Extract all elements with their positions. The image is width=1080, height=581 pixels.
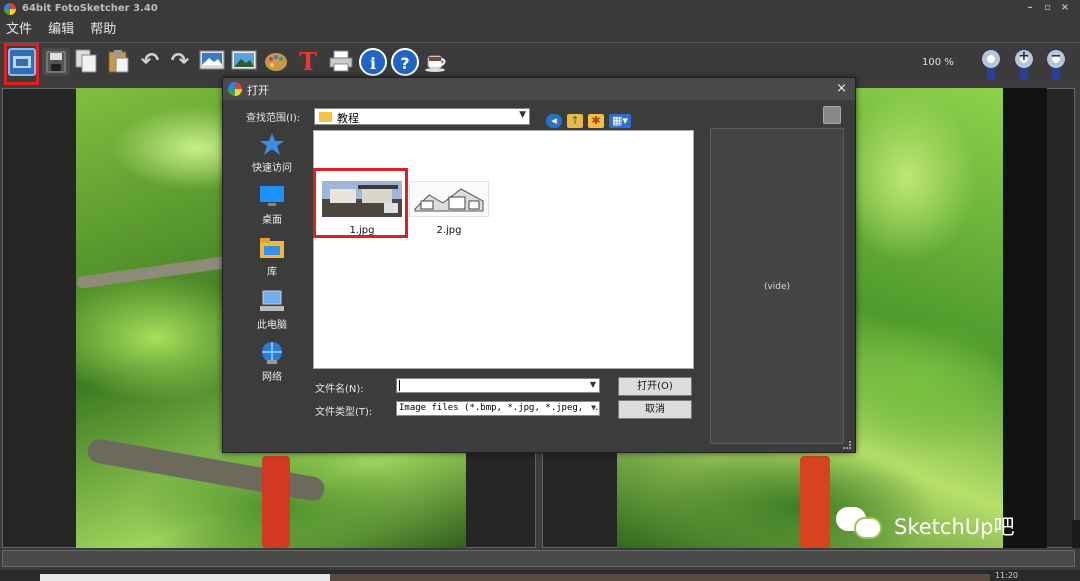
selected-file-highlight (313, 168, 408, 238)
undo-icon: ↶ (140, 49, 160, 74)
text-tool-button[interactable]: T (294, 48, 322, 80)
dialog-title: 打开 (247, 84, 269, 97)
zoom-out-button[interactable]: − (1043, 48, 1071, 84)
redo-button[interactable]: ↷ (166, 48, 194, 80)
window-controls: – ▫ × (1023, 2, 1072, 13)
landscape-icon (230, 48, 258, 76)
title-bar: 64bit FotoSketcher 3.40 – ▫ × (0, 0, 1080, 18)
maximize-button[interactable]: ▫ (1041, 2, 1055, 13)
minimize-button[interactable]: – (1023, 2, 1037, 13)
preview-pane: (vide) (710, 128, 844, 444)
status-bar (2, 550, 1075, 567)
help-button[interactable]: ? (391, 48, 419, 80)
palette-icon (262, 48, 290, 76)
text-caret (399, 380, 400, 391)
menu-help[interactable]: 帮助 (84, 19, 121, 41)
redo-icon: ↷ (170, 49, 190, 74)
look-in-dropdown[interactable]: 教程 ▼ (314, 108, 530, 125)
info-button[interactable]: i (359, 48, 387, 80)
open-button[interactable]: 打开(O) (618, 377, 692, 396)
dialog-title-bar: 打开 × (223, 78, 855, 100)
file-type-value: Image files (*.bmp, *.jpg, *.jpeg, *. (399, 403, 600, 413)
zoom-in-button[interactable]: + (1011, 48, 1039, 84)
image-border (1003, 88, 1047, 548)
desktop-icon (259, 184, 285, 208)
palette-button[interactable] (262, 48, 290, 80)
info-icon: i (359, 48, 387, 76)
zoom-fit-icon (982, 50, 1000, 68)
zoom-level: 100 % (922, 57, 954, 68)
place-desktop[interactable]: 桌面 (245, 184, 299, 236)
computer-icon (259, 289, 285, 313)
image-settings-button[interactable] (198, 48, 226, 80)
up-folder-icon[interactable]: ↑ (567, 114, 583, 128)
taskbar-clock: 11:20 (994, 571, 1018, 580)
paste-button[interactable] (104, 48, 132, 80)
dialog-close-button[interactable]: × (836, 81, 847, 96)
look-in-value: 教程 (337, 112, 359, 125)
file-list: 1.jpg 2.jpg (313, 130, 694, 369)
file-name-input[interactable]: ▼ (396, 378, 600, 393)
save-icon (42, 48, 70, 76)
file-name-label: 文件名(N): (315, 384, 364, 395)
new-folder-icon[interactable]: ✱ (588, 114, 604, 128)
view-menu-icon[interactable]: ▦▾ (609, 114, 631, 128)
print-button[interactable] (327, 48, 355, 80)
file-type-dropdown[interactable]: Image files (*.bmp, *.jpg, *.jpeg, *. ▼ (396, 401, 600, 416)
place-this-pc[interactable]: 此电脑 (245, 289, 299, 341)
resize-grip-icon[interactable] (843, 441, 851, 449)
taskbar: 11:20 (0, 570, 1080, 581)
folder-nav-icons: ◂ ↑ ✱ ▦▾ (546, 109, 636, 128)
file-thumbnail (408, 180, 490, 218)
preview-toggle-icon[interactable] (823, 106, 841, 124)
chevron-down-icon: ▼ (589, 403, 596, 412)
image-settings-icon (198, 48, 226, 76)
open-file-dialog: 打开 × 查找范围(I): 教程 ▼ ◂ ↑ ✱ ▦▾ 快速访问 桌面 库 此电脑 网… (222, 77, 856, 453)
landscape-button[interactable] (230, 48, 258, 80)
menu-bar: 文件 编辑 帮助 (0, 18, 1080, 40)
close-window-button[interactable]: × (1058, 2, 1072, 13)
window-title: 64bit FotoSketcher 3.40 (22, 3, 158, 14)
look-in-label: 查找范围(I): (246, 113, 301, 124)
places-bar: 快速访问 桌面 库 此电脑 网络 (245, 128, 299, 398)
place-library[interactable]: 库 (245, 236, 299, 288)
menu-edit[interactable]: 编辑 (42, 19, 79, 41)
undo-button[interactable]: ↶ (136, 48, 164, 80)
menu-file[interactable]: 文件 (0, 19, 37, 41)
cancel-button[interactable]: 取消 (618, 400, 692, 419)
library-icon (259, 236, 285, 260)
text-tool-icon: T (299, 47, 317, 76)
help-icon: ? (391, 48, 419, 76)
chevron-down-icon[interactable]: ▼ (590, 380, 596, 389)
copy-button[interactable] (72, 48, 100, 80)
coffee-button[interactable] (423, 48, 451, 80)
folder-icon (319, 112, 332, 122)
print-icon (327, 48, 355, 76)
place-quick-access[interactable]: 快速访问 (245, 132, 299, 184)
watermark-text: SketchUp吧 (894, 515, 1015, 539)
dialog-app-icon (228, 82, 242, 96)
zoom-fit-button[interactable] (978, 48, 1006, 84)
network-icon (259, 341, 285, 365)
file-type-label: 文件类型(T): (315, 407, 373, 418)
file-item-2[interactable]: 2.jpg (408, 180, 490, 239)
app-logo-icon (4, 3, 16, 15)
copy-icon (72, 48, 100, 76)
save-button[interactable] (42, 48, 70, 80)
open-button-highlight (4, 43, 39, 85)
chevron-down-icon: ▼ (519, 110, 526, 120)
coffee-icon (423, 48, 451, 76)
file-name: 2.jpg (436, 225, 462, 236)
back-icon[interactable]: ◂ (546, 114, 562, 128)
place-network[interactable]: 网络 (245, 341, 299, 393)
star-icon (259, 132, 285, 156)
paste-icon (104, 48, 132, 76)
preview-text: (vide) (763, 282, 791, 292)
